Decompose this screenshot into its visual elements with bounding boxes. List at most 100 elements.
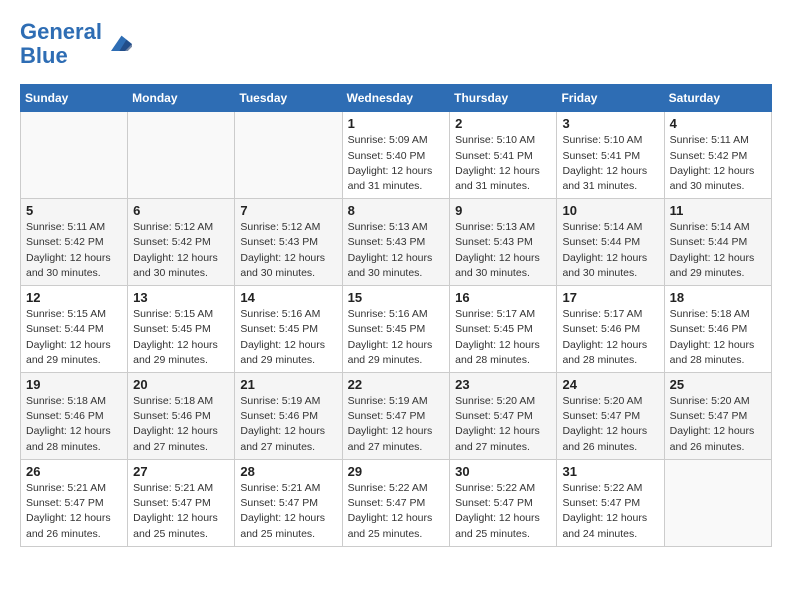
calendar-cell: 3 Sunrise: 5:10 AM Sunset: 5:41 PM Daylig… — [557, 112, 664, 199]
day-number: 5 — [26, 203, 122, 218]
day-number: 11 — [670, 203, 766, 218]
calendar-header: SundayMondayTuesdayWednesdayThursdayFrid… — [21, 85, 772, 112]
day-number: 12 — [26, 290, 122, 305]
weekday-header-tuesday: Tuesday — [235, 85, 342, 112]
calendar-cell — [664, 459, 771, 546]
day-number: 19 — [26, 377, 122, 392]
calendar-cell: 14 Sunrise: 5:16 AM Sunset: 5:45 PM Dayli… — [235, 286, 342, 373]
day-number: 8 — [348, 203, 445, 218]
day-info: Sunrise: 5:18 AM Sunset: 5:46 PM Dayligh… — [26, 394, 122, 455]
day-number: 9 — [455, 203, 551, 218]
day-info: Sunrise: 5:21 AM Sunset: 5:47 PM Dayligh… — [133, 481, 229, 542]
calendar-cell: 8 Sunrise: 5:13 AM Sunset: 5:43 PM Daylig… — [342, 199, 450, 286]
day-number: 3 — [562, 116, 658, 131]
day-number: 10 — [562, 203, 658, 218]
calendar-cell: 15Sunrise: 5:16 AM Sunset: 5:45 PM Dayli… — [342, 286, 450, 373]
day-number: 31 — [562, 464, 658, 479]
calendar-cell: 6 Sunrise: 5:12 AM Sunset: 5:42 PM Daylig… — [128, 199, 235, 286]
day-info: Sunrise: 5:19 AM Sunset: 5:46 PM Dayligh… — [240, 394, 336, 455]
calendar-cell: 4 Sunrise: 5:11 AM Sunset: 5:42 PM Daylig… — [664, 112, 771, 199]
calendar-cell: 25 Sunrise: 5:20 AM Sunset: 5:47 PM Dayli… — [664, 373, 771, 460]
day-info: Sunrise: 5:22 AM Sunset: 5:47 PM Dayligh… — [562, 481, 658, 542]
day-number: 17 — [562, 290, 658, 305]
day-info: Sunrise: 5:22 AM Sunset: 5:47 PM Dayligh… — [455, 481, 551, 542]
day-number: 27 — [133, 464, 229, 479]
calendar-cell: 16 Sunrise: 5:17 AM Sunset: 5:45 PM Dayli… — [450, 286, 557, 373]
day-number: 4 — [670, 116, 766, 131]
day-info: Sunrise: 5:09 AM Sunset: 5:40 PM Dayligh… — [348, 133, 445, 194]
day-number: 13 — [133, 290, 229, 305]
day-info: Sunrise: 5:12 AM Sunset: 5:43 PM Dayligh… — [240, 220, 336, 281]
calendar-week-3: 12 Sunrise: 5:15 AM Sunset: 5:44 PM Dayli… — [21, 286, 772, 373]
logo: GeneralBlue — [20, 20, 132, 68]
calendar-week-2: 5 Sunrise: 5:11 AM Sunset: 5:42 PM Daylig… — [21, 199, 772, 286]
calendar-cell — [235, 112, 342, 199]
day-info: Sunrise: 5:20 AM Sunset: 5:47 PM Dayligh… — [670, 394, 766, 455]
day-number: 21 — [240, 377, 336, 392]
calendar-cell: 17 Sunrise: 5:17 AM Sunset: 5:46 PM Dayli… — [557, 286, 664, 373]
day-info: Sunrise: 5:20 AM Sunset: 5:47 PM Dayligh… — [562, 394, 658, 455]
day-info: Sunrise: 5:21 AM Sunset: 5:47 PM Dayligh… — [26, 481, 122, 542]
day-number: 6 — [133, 203, 229, 218]
calendar-cell: 5 Sunrise: 5:11 AM Sunset: 5:42 PM Daylig… — [21, 199, 128, 286]
weekday-header-row: SundayMondayTuesdayWednesdayThursdayFrid… — [21, 85, 772, 112]
day-info: Sunrise: 5:13 AM Sunset: 5:43 PM Dayligh… — [348, 220, 445, 281]
day-number: 16 — [455, 290, 551, 305]
weekday-header-sunday: Sunday — [21, 85, 128, 112]
calendar-cell: 26 Sunrise: 5:21 AM Sunset: 5:47 PM Dayli… — [21, 459, 128, 546]
weekday-header-wednesday: Wednesday — [342, 85, 450, 112]
day-info: Sunrise: 5:16 AM Sunset: 5:45 PM Dayligh… — [240, 307, 336, 368]
calendar-cell: 23 Sunrise: 5:20 AM Sunset: 5:47 PM Dayli… — [450, 373, 557, 460]
calendar-cell: 18 Sunrise: 5:18 AM Sunset: 5:46 PM Dayli… — [664, 286, 771, 373]
calendar-week-5: 26 Sunrise: 5:21 AM Sunset: 5:47 PM Dayli… — [21, 459, 772, 546]
logo-text: GeneralBlue — [20, 20, 102, 68]
day-info: Sunrise: 5:22 AM Sunset: 5:47 PM Dayligh… — [348, 481, 445, 542]
weekday-header-thursday: Thursday — [450, 85, 557, 112]
day-number: 23 — [455, 377, 551, 392]
day-info: Sunrise: 5:20 AM Sunset: 5:47 PM Dayligh… — [455, 394, 551, 455]
calendar-cell: 7Sunrise: 5:12 AM Sunset: 5:43 PM Daylig… — [235, 199, 342, 286]
day-number: 1 — [348, 116, 445, 131]
day-number: 24 — [562, 377, 658, 392]
calendar-cell: 12 Sunrise: 5:15 AM Sunset: 5:44 PM Dayli… — [21, 286, 128, 373]
day-number: 14 — [240, 290, 336, 305]
day-info: Sunrise: 5:15 AM Sunset: 5:44 PM Dayligh… — [26, 307, 122, 368]
day-number: 18 — [670, 290, 766, 305]
day-info: Sunrise: 5:14 AM Sunset: 5:44 PM Dayligh… — [562, 220, 658, 281]
day-number: 26 — [26, 464, 122, 479]
calendar-table: SundayMondayTuesdayWednesdayThursdayFrid… — [20, 84, 772, 546]
calendar-cell: 30Sunrise: 5:22 AM Sunset: 5:47 PM Dayli… — [450, 459, 557, 546]
day-info: Sunrise: 5:10 AM Sunset: 5:41 PM Dayligh… — [562, 133, 658, 194]
day-info: Sunrise: 5:17 AM Sunset: 5:45 PM Dayligh… — [455, 307, 551, 368]
day-info: Sunrise: 5:11 AM Sunset: 5:42 PM Dayligh… — [26, 220, 122, 281]
calendar-cell: 9 Sunrise: 5:13 AM Sunset: 5:43 PM Daylig… — [450, 199, 557, 286]
day-info: Sunrise: 5:19 AM Sunset: 5:47 PM Dayligh… — [348, 394, 445, 455]
calendar-body: 1 Sunrise: 5:09 AM Sunset: 5:40 PM Daylig… — [21, 112, 772, 546]
calendar-cell: 13Sunrise: 5:15 AM Sunset: 5:45 PM Dayli… — [128, 286, 235, 373]
calendar-cell: 21 Sunrise: 5:19 AM Sunset: 5:46 PM Dayli… — [235, 373, 342, 460]
day-info: Sunrise: 5:17 AM Sunset: 5:46 PM Dayligh… — [562, 307, 658, 368]
day-number: 22 — [348, 377, 445, 392]
calendar-cell: 27 Sunrise: 5:21 AM Sunset: 5:47 PM Dayli… — [128, 459, 235, 546]
calendar-cell — [128, 112, 235, 199]
calendar-week-4: 19 Sunrise: 5:18 AM Sunset: 5:46 PM Dayli… — [21, 373, 772, 460]
calendar-cell: 11Sunrise: 5:14 AM Sunset: 5:44 PM Dayli… — [664, 199, 771, 286]
calendar-cell: 19 Sunrise: 5:18 AM Sunset: 5:46 PM Dayli… — [21, 373, 128, 460]
day-info: Sunrise: 5:10 AM Sunset: 5:41 PM Dayligh… — [455, 133, 551, 194]
calendar-cell: 10 Sunrise: 5:14 AM Sunset: 5:44 PM Dayli… — [557, 199, 664, 286]
day-info: Sunrise: 5:18 AM Sunset: 5:46 PM Dayligh… — [133, 394, 229, 455]
calendar-cell — [21, 112, 128, 199]
day-number: 15 — [348, 290, 445, 305]
day-info: Sunrise: 5:11 AM Sunset: 5:42 PM Dayligh… — [670, 133, 766, 194]
weekday-header-saturday: Saturday — [664, 85, 771, 112]
day-info: Sunrise: 5:13 AM Sunset: 5:43 PM Dayligh… — [455, 220, 551, 281]
calendar-cell: 2 Sunrise: 5:10 AM Sunset: 5:41 PM Daylig… — [450, 112, 557, 199]
weekday-header-monday: Monday — [128, 85, 235, 112]
day-number: 25 — [670, 377, 766, 392]
day-info: Sunrise: 5:12 AM Sunset: 5:42 PM Dayligh… — [133, 220, 229, 281]
day-info: Sunrise: 5:18 AM Sunset: 5:46 PM Dayligh… — [670, 307, 766, 368]
logo-icon — [104, 30, 132, 58]
day-number: 2 — [455, 116, 551, 131]
page-header: GeneralBlue — [20, 20, 772, 68]
calendar-cell: 31 Sunrise: 5:22 AM Sunset: 5:47 PM Dayli… — [557, 459, 664, 546]
